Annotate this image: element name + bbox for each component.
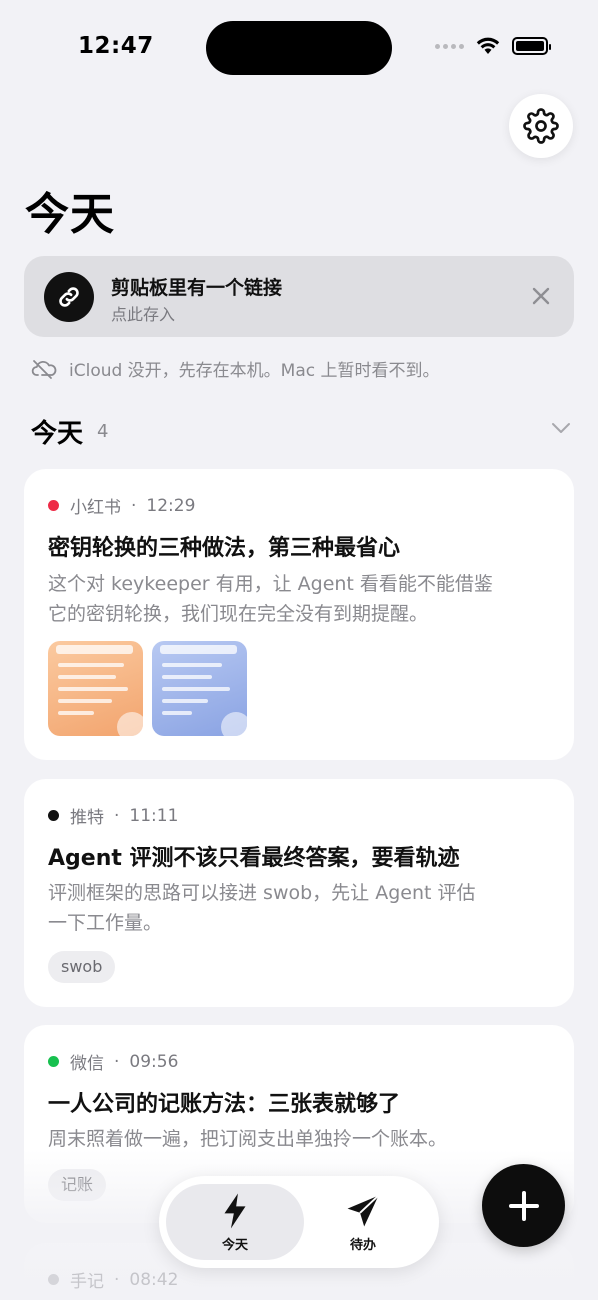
meta-separator: · bbox=[131, 495, 137, 516]
chevron-down-icon[interactable] bbox=[551, 421, 571, 435]
card-time: 12:29 bbox=[146, 495, 196, 516]
tab-todo[interactable]: 待办 bbox=[294, 1184, 432, 1260]
card-body-line: 评测框架的思路可以接进 swob，先让 Agent 评估 bbox=[48, 882, 476, 904]
source-dot bbox=[48, 500, 59, 511]
card-body: 周末照着做一遍，把订阅支出单独拎一个账本。 bbox=[48, 1124, 553, 1154]
section-count: 4 bbox=[97, 421, 109, 442]
card-body-line: 它的密钥轮换，我们现在完全没有到期提醒。 bbox=[48, 603, 429, 625]
cloud-off-icon bbox=[31, 359, 57, 379]
tag-chip[interactable]: swob bbox=[48, 951, 116, 983]
partial-card-meta: 手记 · 08:42 bbox=[48, 1267, 178, 1292]
icloud-notice-text: iCloud 没开，先存在本机。Mac 上暂时看不到。 bbox=[69, 361, 440, 381]
meta-separator: · bbox=[114, 805, 120, 826]
card-body-line: 一下工作量。 bbox=[48, 912, 163, 934]
plus-icon bbox=[508, 1190, 539, 1221]
source-dot bbox=[48, 810, 59, 821]
add-button[interactable] bbox=[482, 1164, 565, 1247]
document-thumbnail-orange[interactable] bbox=[48, 641, 143, 736]
gear-icon bbox=[523, 108, 559, 144]
status-icons bbox=[435, 37, 551, 55]
lightning-icon bbox=[224, 1193, 246, 1228]
source-dot bbox=[48, 1274, 59, 1285]
meta-separator: · bbox=[114, 1269, 120, 1290]
battery-icon bbox=[512, 37, 551, 55]
cellular-signal-icon bbox=[435, 43, 464, 49]
card-body: 评测框架的思路可以接进 swob，先让 Agent 评估 一下工作量。 bbox=[48, 878, 553, 938]
card-source: 小红书 bbox=[70, 498, 121, 518]
card-source: 微信 bbox=[70, 1054, 104, 1074]
meta-separator: · bbox=[114, 1051, 120, 1072]
card-meta: 小红书 · 12:29 bbox=[48, 493, 195, 518]
card-source: 推特 bbox=[70, 808, 104, 828]
close-icon[interactable] bbox=[530, 285, 552, 307]
tab-bar: 今天 待办 bbox=[159, 1176, 439, 1268]
list-item[interactable]: 小红书 · 12:29 密钥轮换的三种做法，第三种最省心 这个对 keykeep… bbox=[24, 469, 574, 760]
clipboard-banner-title: 剪贴板里有一个链接 bbox=[111, 277, 283, 299]
tab-today[interactable]: 今天 bbox=[166, 1184, 304, 1260]
section-header-today[interactable]: 今天 4 bbox=[31, 413, 571, 449]
clipboard-banner-subtitle: 点此存入 bbox=[111, 305, 176, 324]
status-time: 12:47 bbox=[78, 33, 154, 59]
link-icon bbox=[44, 272, 94, 322]
tag-chip[interactable]: 记账 bbox=[48, 1169, 107, 1201]
tab-label: 今天 bbox=[221, 1237, 248, 1253]
card-body: 这个对 keykeeper 有用，让 Agent 看看能不能借鉴 它的密钥轮换，… bbox=[48, 569, 553, 629]
status-bar: 12:47 bbox=[0, 0, 598, 96]
dynamic-island bbox=[206, 21, 392, 75]
tab-label: 待办 bbox=[349, 1237, 376, 1253]
document-thumbnail-blue[interactable] bbox=[152, 641, 247, 736]
card-title: 密钥轮换的三种做法，第三种最省心 bbox=[48, 536, 401, 561]
paper-plane-icon bbox=[347, 1194, 380, 1226]
card-body-line: 这个对 keykeeper 有用，让 Agent 看看能不能借鉴 bbox=[48, 573, 493, 595]
card-time: 11:11 bbox=[129, 805, 179, 826]
icloud-notice: iCloud 没开，先存在本机。Mac 上暂时看不到。 bbox=[31, 356, 440, 381]
clipboard-banner[interactable]: 剪贴板里有一个链接 点此存入 bbox=[24, 256, 574, 337]
card-time: 09:56 bbox=[129, 1051, 179, 1072]
card-title: Agent 评测不该只看最终答案，要看轨迹 bbox=[48, 846, 460, 871]
card-body-line: 周末照着做一遍，把订阅支出单独拎一个账本。 bbox=[48, 1128, 448, 1150]
source-dot bbox=[48, 1056, 59, 1067]
card-meta: 微信 · 09:56 bbox=[48, 1049, 178, 1074]
wifi-icon bbox=[476, 37, 500, 54]
card-source: 手记 bbox=[70, 1272, 104, 1292]
list-item[interactable]: 推特 · 11:11 Agent 评测不该只看最终答案，要看轨迹 评测框架的思路… bbox=[24, 779, 574, 1007]
page-title: 今天 bbox=[25, 189, 115, 240]
card-meta: 推特 · 11:11 bbox=[48, 803, 178, 828]
card-title: 一人公司的记账方法：三张表就够了 bbox=[48, 1092, 401, 1117]
section-title: 今天 bbox=[31, 419, 84, 449]
card-time: 08:42 bbox=[129, 1269, 179, 1290]
settings-button[interactable] bbox=[509, 94, 573, 158]
